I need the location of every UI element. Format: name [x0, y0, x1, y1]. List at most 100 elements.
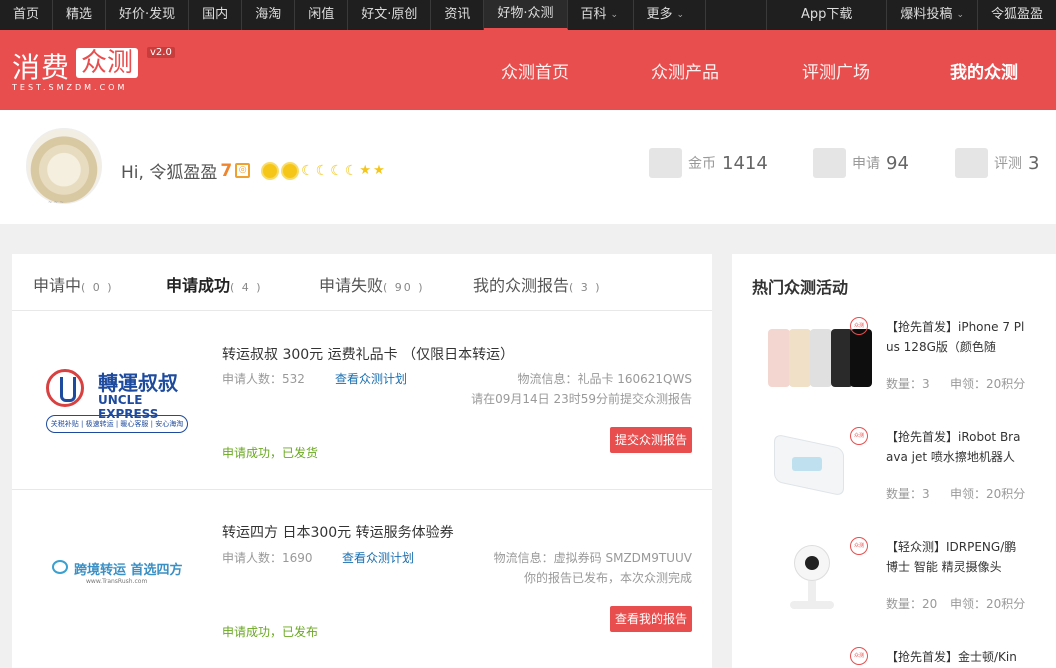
main-nav-home[interactable]: 众测首页 — [501, 58, 569, 83]
moon-icon: ☾ — [315, 162, 329, 179]
app-download-label: App下载 — [801, 7, 853, 22]
coins-label: 金币 — [688, 156, 716, 172]
deadline-note: 请在09月14日 23时59分前提交众测报告 — [471, 392, 692, 406]
main-nav-reviews[interactable]: 评测广场 — [802, 58, 870, 83]
level-number: 7 — [220, 160, 233, 181]
stat-review[interactable]: 评测 3 — [955, 148, 1039, 178]
list-item: 跨境转运 首选四方 www.TransRush.com 转运四方 日本300元 … — [12, 489, 712, 667]
app-download-link[interactable]: App下载 — [767, 0, 888, 30]
logo-text[interactable]: 消费 — [12, 46, 70, 86]
greeting-text: Hi, 令狐盈盈 — [121, 163, 218, 183]
nav-news-label: 资讯 — [444, 7, 471, 22]
applications-card: 申请中( 0 ) 申请成功( 4 ) 申请失败( 90 ) 我的众测报告( 3 … — [12, 254, 712, 668]
nav-more[interactable]: 更多 ⌄ — [634, 0, 706, 30]
nav-secondhand-label: 闲值 — [308, 7, 335, 22]
transrush-mark-icon — [52, 560, 68, 574]
view-report-button[interactable]: 查看我的报告 — [609, 606, 692, 632]
uncle-express-mark-icon — [46, 369, 84, 407]
phone-shape — [768, 329, 790, 387]
nav-domestic[interactable]: 国内 — [189, 0, 243, 30]
activity-item[interactable]: 众测 【轻众测】IDRPENG/鹏博士 智能 精灵摄像头 数量：20 申领：20… — [732, 537, 1056, 647]
nav-test-label: 好物·众测 — [497, 6, 554, 21]
chevron-down-icon: ⌄ — [956, 10, 964, 20]
wallet-icon — [649, 148, 682, 178]
transrush-logo[interactable]: 跨境转运 首选四方 www.TransRush.com — [52, 560, 187, 590]
logistics-info: 物流信息：虚拟券码 SMZDM9TUUV — [493, 551, 692, 565]
activity-title[interactable]: 【轻众测】IDRPENG/鹏博士 智能 精灵摄像头 — [886, 537, 1026, 577]
level-icon: ◎ — [235, 163, 251, 178]
tab-label: 申请中 — [33, 276, 82, 295]
submit-report-button[interactable]: 提交众测报告 — [609, 427, 692, 453]
activity-title[interactable]: 【抢先首发】iRobot Braava jet 喷水擦地机器人 — [886, 427, 1026, 467]
phone-shape — [850, 329, 872, 387]
sun-icon — [263, 163, 278, 178]
activity-item[interactable]: 众测 【抢先首发】金士顿/Kin — [732, 647, 1056, 668]
main-nav-my[interactable]: 我的众测 — [950, 58, 1018, 83]
tab-count: ( 4 ) — [230, 281, 263, 294]
hot-activities-sidebar: 热门众测活动 众测 【抢先首发】iPhone 7 Plus 128G版（颜色随 … — [732, 254, 1056, 668]
nav-featured[interactable]: 精选 — [53, 0, 107, 30]
apply-label: 申请 — [852, 156, 880, 172]
submit-link[interactable]: 爆料投稿 ⌄ — [887, 0, 978, 30]
avatar-caption: ~ ~ ~ — [48, 200, 64, 206]
user-menu[interactable]: 令狐盈盈 — [978, 0, 1056, 30]
stamp-icon: 众测 — [850, 647, 868, 665]
stamp-icon: 众测 — [850, 427, 868, 445]
activity-title[interactable]: 【抢先首发】金士顿/Kin — [886, 647, 1026, 667]
top-nav: 首页 精选 好价·发现 国内 海淘 闲值 好文·原创 资讯 好物·众测 百科 ⌄ … — [0, 0, 1056, 30]
applicant-count: 申请人数：532 — [222, 372, 305, 386]
nav-home[interactable]: 首页 — [0, 0, 54, 30]
nav-home-label: 首页 — [13, 7, 40, 22]
user-menu-label: 令狐盈盈 — [990, 7, 1043, 22]
nav-news[interactable]: 资讯 — [431, 0, 485, 30]
main-nav-products[interactable]: 众测产品 — [651, 58, 719, 83]
uncle-express-logo[interactable]: 轉運叔叔 UNCLE EXPRESS 关税补贴 | 极速转运 | 暖心客服 | … — [46, 365, 188, 433]
activity-title[interactable]: 【抢先首发】iPhone 7 Plus 128G版（颜色随 — [886, 317, 1026, 357]
greeting: Hi, 令狐盈盈 7 ◎ ☾ ☾ ☾ ☾ ★ ★ — [121, 158, 385, 184]
stat-apply[interactable]: 申请 94 — [813, 148, 909, 178]
logo-box[interactable]: 众测 — [76, 48, 139, 78]
applicant-count: 申请人数：1690 — [222, 551, 313, 565]
tab-count: ( 90 ) — [383, 281, 425, 294]
activity-count: 数量：20 — [886, 597, 938, 611]
nav-overseas[interactable]: 海淘 — [242, 0, 296, 30]
logo-url: www.TransRush.com — [86, 578, 148, 585]
activity-fee: 申领：20积分 — [950, 597, 1026, 611]
sidebar-title: 热门众测活动 — [752, 278, 849, 297]
nav-secondhand[interactable]: 闲值 — [295, 0, 349, 30]
stat-coins[interactable]: 金币 1414 — [649, 148, 768, 178]
tab-applying[interactable]: 申请中( 0 ) — [33, 272, 114, 296]
activity-item[interactable]: 众测 【抢先首发】iPhone 7 Plus 128G版（颜色随 数量：3 申领… — [732, 317, 1056, 427]
product-title[interactable]: 转运叔叔 300元 运费礼品卡 （仅限日本转运） — [222, 344, 514, 364]
tab-success[interactable]: 申请成功( 4 ) — [166, 272, 263, 296]
moon-icon: ☾ — [330, 162, 343, 179]
camera-base — [790, 601, 834, 609]
document-icon — [813, 148, 846, 178]
nav-more-label: 更多 — [646, 7, 673, 22]
nav-test[interactable]: 好物·众测 — [484, 0, 568, 30]
version-badge: v2.0 — [147, 47, 175, 58]
logo-cn: 跨境转运 首选四方 — [74, 563, 183, 578]
status-text: 申请成功，已发布 — [222, 625, 319, 639]
comment-icon — [955, 148, 988, 178]
plan-link[interactable]: 查看众测计划 — [342, 549, 414, 566]
review-label: 评测 — [994, 156, 1022, 172]
stamp-icon: 众测 — [850, 537, 868, 555]
tab-reports[interactable]: 我的众测报告( 3 ) — [473, 272, 602, 296]
nav-articles[interactable]: 好文·原创 — [348, 0, 432, 30]
activity-fee: 申领：20积分 — [950, 487, 1026, 501]
tab-label: 我的众测报告 — [473, 276, 570, 295]
plan-link[interactable]: 查看众测计划 — [335, 370, 407, 387]
moon-icon: ☾ — [301, 162, 314, 179]
nav-wiki[interactable]: 百科 ⌄ — [568, 0, 634, 30]
nav-deals[interactable]: 好价·发现 — [106, 0, 190, 30]
nav-deals-label: 好价·发现 — [119, 7, 176, 22]
avatar[interactable] — [26, 128, 102, 204]
product-title[interactable]: 转运四方 日本300元 转运服务体验券 — [222, 522, 454, 542]
activity-count: 数量：3 — [886, 377, 930, 391]
star-icon: ★ — [373, 163, 385, 178]
tab-failed[interactable]: 申请失败( 90 ) — [319, 272, 425, 296]
activity-item[interactable]: 众测 【抢先首发】iRobot Braava jet 喷水擦地机器人 数量：3 … — [732, 427, 1056, 537]
phone-shape — [810, 329, 832, 387]
logo-tagline: 关税补贴 | 极速转运 | 暖心客服 | 安心海淘 — [46, 415, 188, 433]
